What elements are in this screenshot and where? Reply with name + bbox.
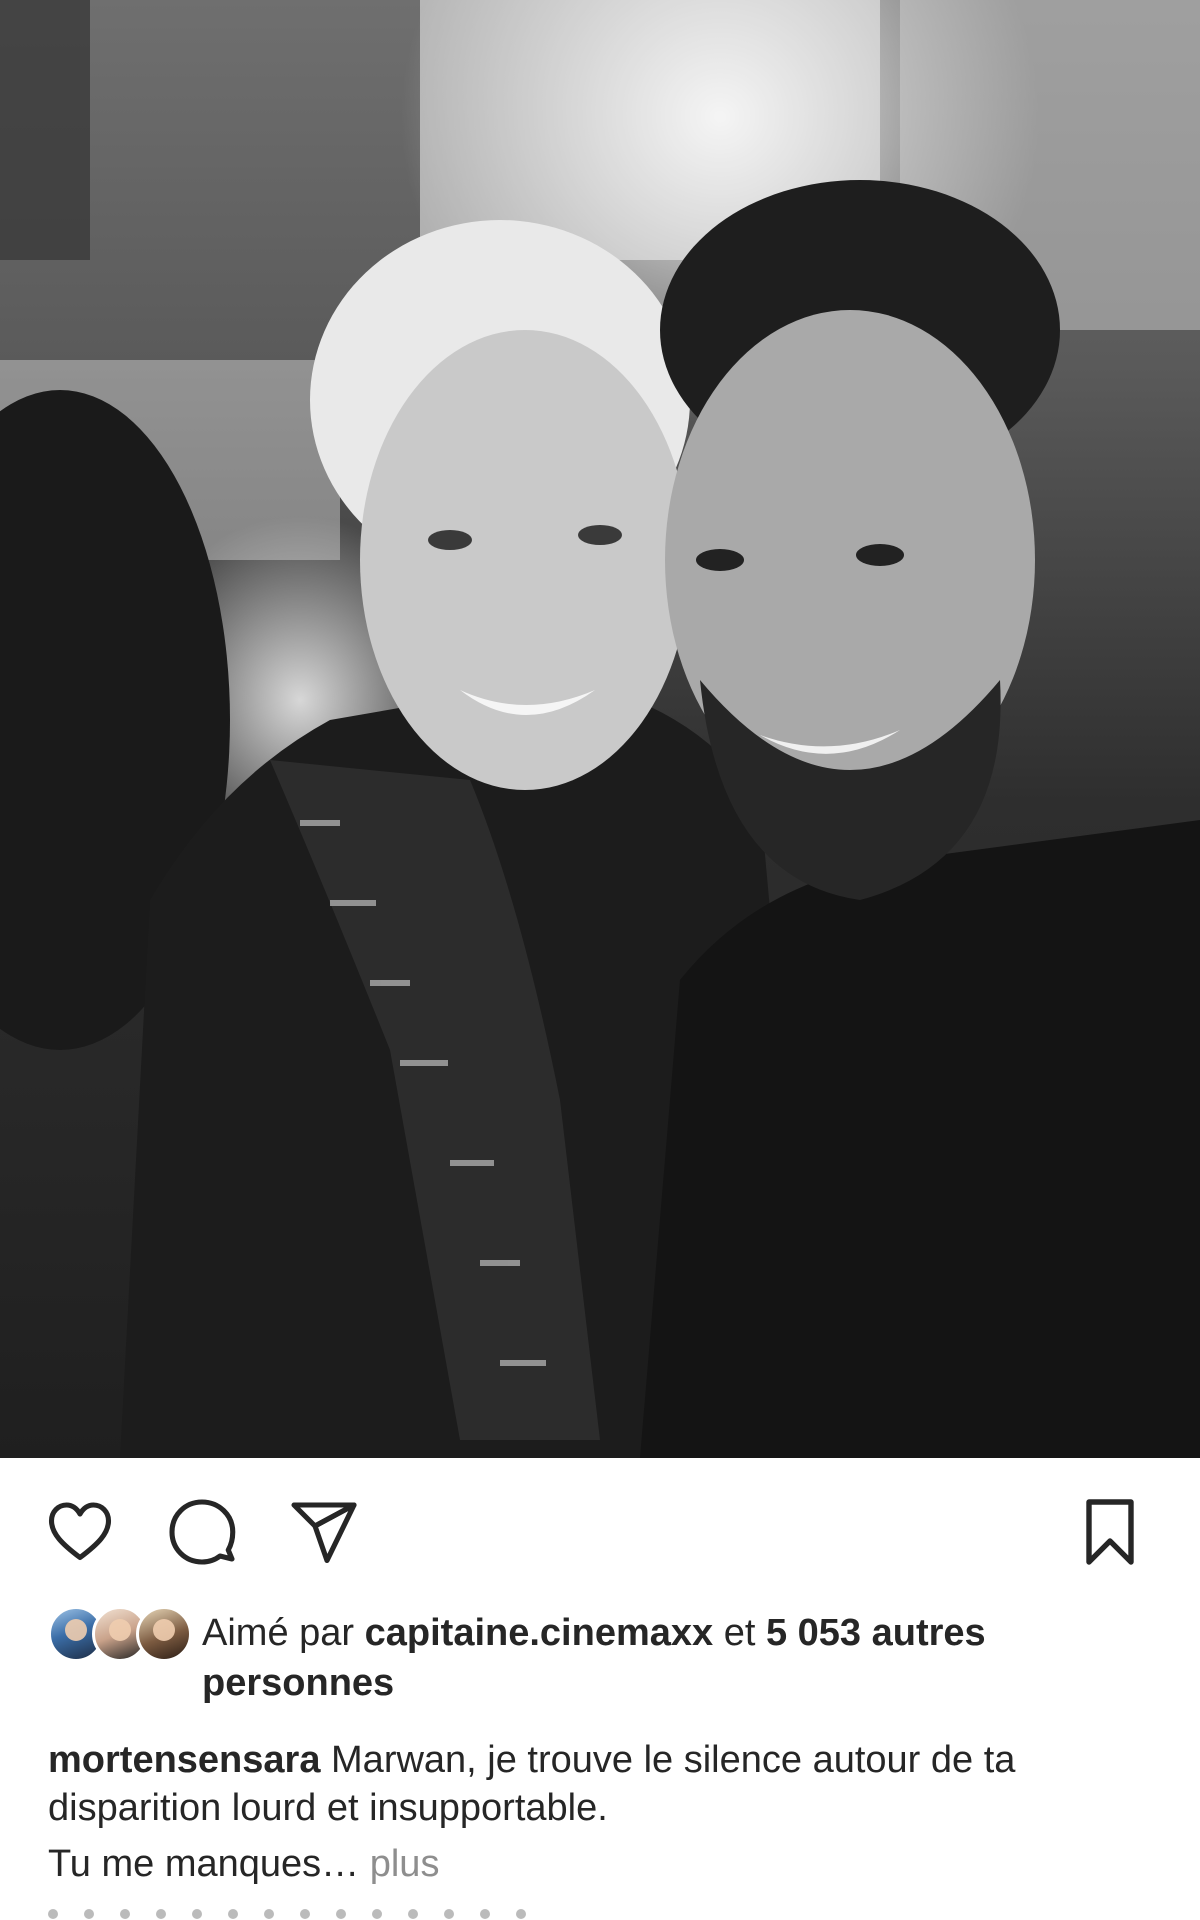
likes-connector: et xyxy=(723,1612,756,1654)
caption-username-link[interactable]: mortensensara xyxy=(48,1739,320,1781)
likes-others-count-link[interactable]: 5 053 autres xyxy=(766,1612,986,1654)
cut-off-next-row xyxy=(48,1906,608,1920)
likes-prefix: Aimé par xyxy=(202,1612,355,1654)
avatar xyxy=(136,1606,192,1662)
photo-illustration xyxy=(0,0,1200,1458)
paper-plane-icon[interactable] xyxy=(286,1494,362,1570)
caption-text-line2: Tu me manques… xyxy=(48,1843,360,1885)
post-photo[interactable] xyxy=(0,0,1200,1458)
likes-summary: Aimé par capitaine.cinemaxx et 5 053 aut… xyxy=(48,1606,1158,1716)
post-action-bar xyxy=(0,1458,1200,1604)
heart-outline-icon[interactable] xyxy=(42,1494,118,1570)
comment-bubble-icon[interactable] xyxy=(164,1494,240,1570)
likes-text: Aimé par capitaine.cinemaxx et 5 053 aut… xyxy=(202,1608,1162,1708)
likes-others-word-link[interactable]: personnes xyxy=(202,1662,394,1704)
liked-by-avatars[interactable] xyxy=(48,1606,192,1662)
bookmark-outline-icon[interactable] xyxy=(1072,1494,1148,1570)
instagram-post: Aimé par capitaine.cinemaxx et 5 053 aut… xyxy=(0,0,1200,1920)
liked-by-username-link[interactable]: capitaine.cinemaxx xyxy=(365,1612,714,1654)
post-caption: mortensensara Marwan, je trouve le silen… xyxy=(48,1736,1158,1888)
caption-more-link[interactable]: plus xyxy=(370,1843,440,1885)
